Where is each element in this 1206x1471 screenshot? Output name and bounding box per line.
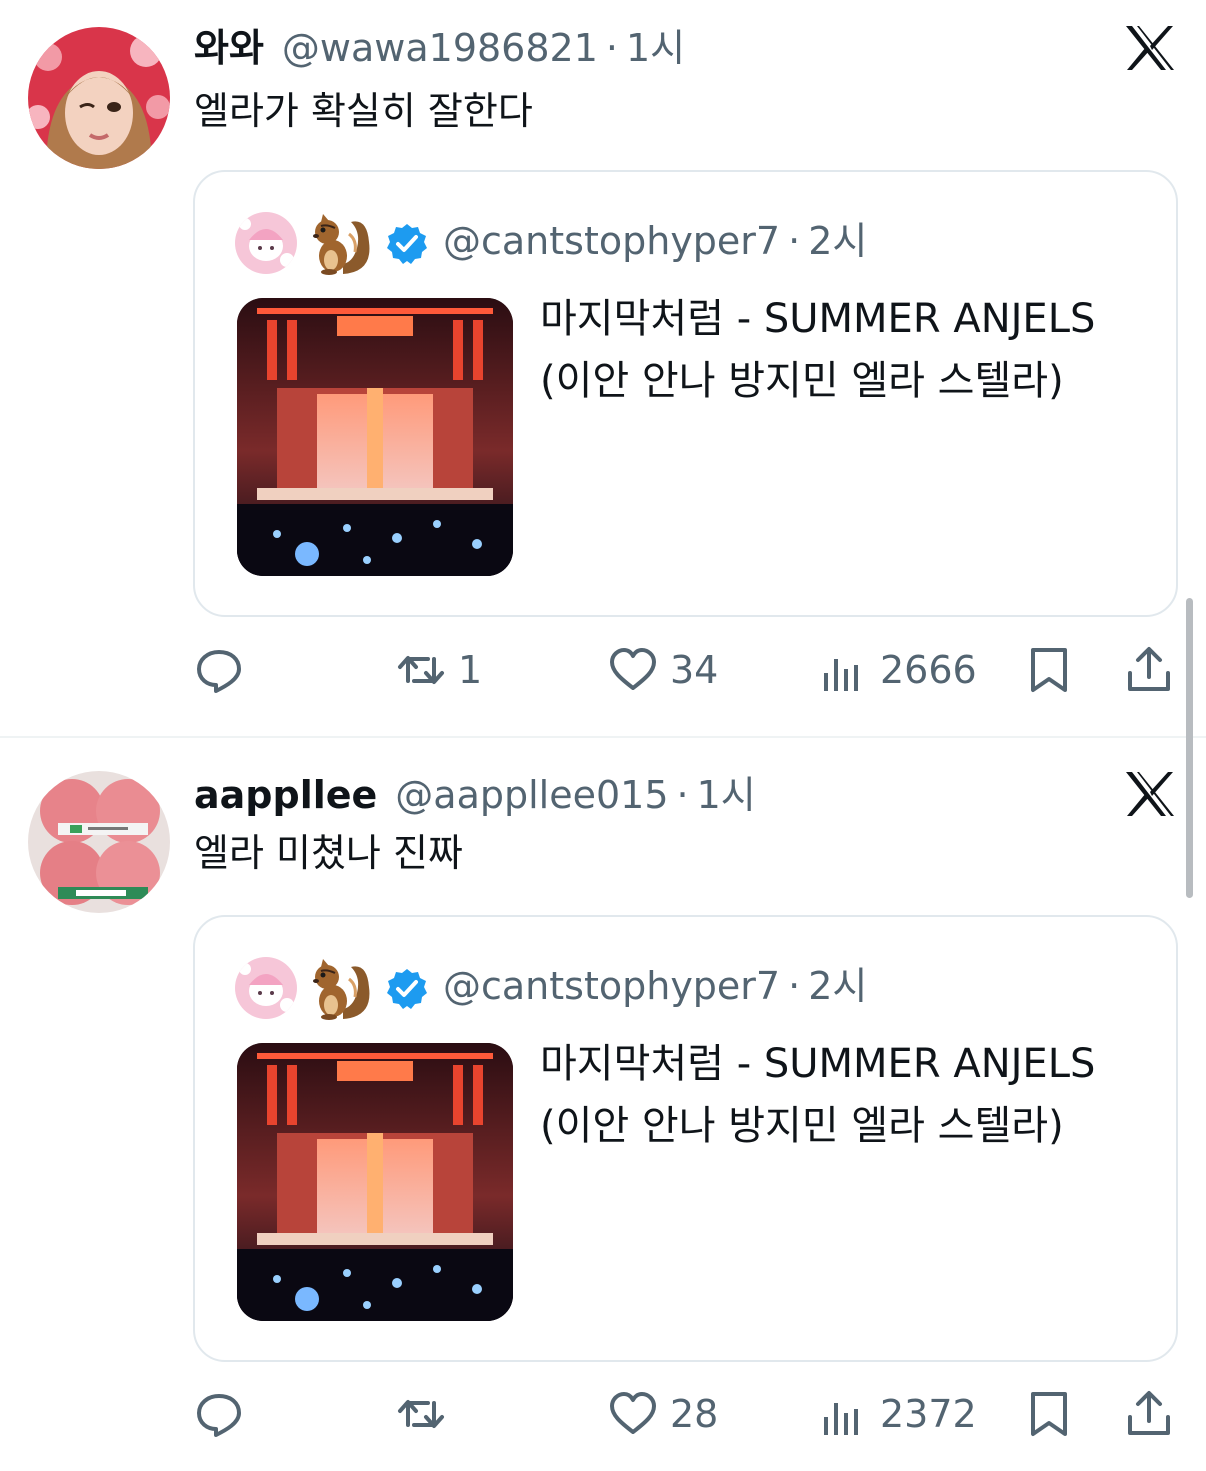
tweet-text: 엘라가 확실히 잘한다 — [194, 89, 533, 133]
display-name[interactable]: 와와 — [194, 24, 264, 72]
views-count: 2372 — [880, 1392, 977, 1436]
quoted-media-thumbnail[interactable] — [237, 298, 513, 576]
separator-dot: · — [605, 26, 618, 70]
verified-badge-icon — [385, 967, 429, 1011]
like-count: 34 — [670, 648, 719, 692]
retweet-button[interactable] — [396, 1384, 458, 1444]
like-count: 28 — [670, 1392, 719, 1436]
views-button[interactable]: 2666 — [818, 640, 977, 700]
reply-icon — [197, 650, 241, 693]
quoted-timestamp[interactable]: 2시 — [808, 219, 867, 263]
retweet-count: 1 — [458, 648, 483, 692]
x-logo-icon — [1124, 770, 1176, 818]
views-count: 2666 — [880, 648, 977, 692]
bookmark-button[interactable] — [1024, 640, 1074, 700]
views-chart-icon — [824, 659, 858, 691]
x-logo-icon — [1124, 24, 1176, 72]
reply-icon — [197, 1394, 241, 1437]
reply-button[interactable] — [194, 640, 256, 700]
separator-dot: · — [788, 219, 801, 263]
separator-dot: · — [676, 773, 689, 817]
verified-badge-icon — [385, 222, 429, 266]
squirrel-emoji-icon — [307, 212, 377, 278]
tweet[interactable]: aappllee @aappllee015 · 1시 엘라 미쳤나 진짜 @ca… — [0, 738, 1206, 1471]
quoted-tweet[interactable]: @cantstophyper7 · 2시 마지막처럼 - SUMMER ANJE… — [193, 170, 1178, 617]
retweet-icon — [398, 1400, 444, 1428]
tweet-header: 와와 @wawa1986821 · 1시 — [194, 24, 685, 72]
tweet[interactable]: 와와 @wawa1986821 · 1시 엘라가 확실히 잘한다 @cantst… — [0, 0, 1206, 737]
separator-dot: · — [788, 964, 801, 1008]
user-handle[interactable]: @wawa1986821 — [282, 24, 598, 72]
quoted-handle[interactable]: @cantstophyper7 — [443, 964, 780, 1008]
quoted-text: 마지막처럼 - SUMMER ANJELS (이안 안나 방지민 엘라 스텔라) — [540, 1041, 1096, 1149]
share-button[interactable] — [1124, 1384, 1174, 1444]
quoted-header: @cantstophyper7 · 2시 — [443, 216, 867, 266]
squirrel-emoji-icon — [307, 957, 377, 1023]
share-icon — [1128, 1391, 1170, 1435]
views-chart-icon — [824, 1403, 858, 1435]
quoted-text: 마지막처럼 - SUMMER ANJELS (이안 안나 방지민 엘라 스텔라) — [540, 296, 1096, 404]
like-button[interactable]: 34 — [608, 640, 718, 700]
views-button[interactable]: 2372 — [818, 1384, 977, 1444]
action-bar: 28 2372 — [0, 1384, 1206, 1444]
quoted-avatar[interactable] — [235, 957, 297, 1019]
tweet-header: aappllee @aappllee015 · 1시 — [194, 771, 756, 819]
heart-icon — [610, 648, 656, 690]
quoted-media-thumbnail[interactable] — [237, 1043, 513, 1321]
retweet-button[interactable]: 1 — [396, 640, 482, 700]
tweet-text: 엘라 미쳤나 진짜 — [194, 831, 463, 875]
quoted-tweet[interactable]: @cantstophyper7 · 2시 마지막처럼 - SUMMER ANJE… — [193, 915, 1178, 1362]
bookmark-icon — [1031, 648, 1067, 692]
reply-button[interactable] — [194, 1384, 256, 1444]
bookmark-button[interactable] — [1024, 1384, 1074, 1444]
scrollbar[interactable] — [1186, 598, 1193, 898]
timestamp[interactable]: 1시 — [697, 771, 756, 819]
share-icon — [1128, 647, 1170, 691]
bookmark-icon — [1031, 1392, 1067, 1436]
quoted-avatar[interactable] — [235, 212, 297, 274]
quoted-handle[interactable]: @cantstophyper7 — [443, 219, 780, 263]
action-bar: 1 34 2666 — [0, 640, 1206, 700]
quoted-header: @cantstophyper7 · 2시 — [443, 961, 867, 1011]
user-avatar[interactable] — [28, 771, 170, 913]
timestamp[interactable]: 1시 — [626, 24, 685, 72]
like-button[interactable]: 28 — [608, 1384, 718, 1444]
share-button[interactable] — [1124, 640, 1174, 700]
heart-icon — [610, 1392, 656, 1434]
retweet-icon — [398, 656, 444, 684]
user-avatar[interactable] — [28, 27, 170, 169]
quoted-timestamp[interactable]: 2시 — [808, 964, 867, 1008]
user-handle[interactable]: @aappllee015 — [395, 771, 668, 819]
display-name[interactable]: aappllee — [194, 771, 377, 819]
